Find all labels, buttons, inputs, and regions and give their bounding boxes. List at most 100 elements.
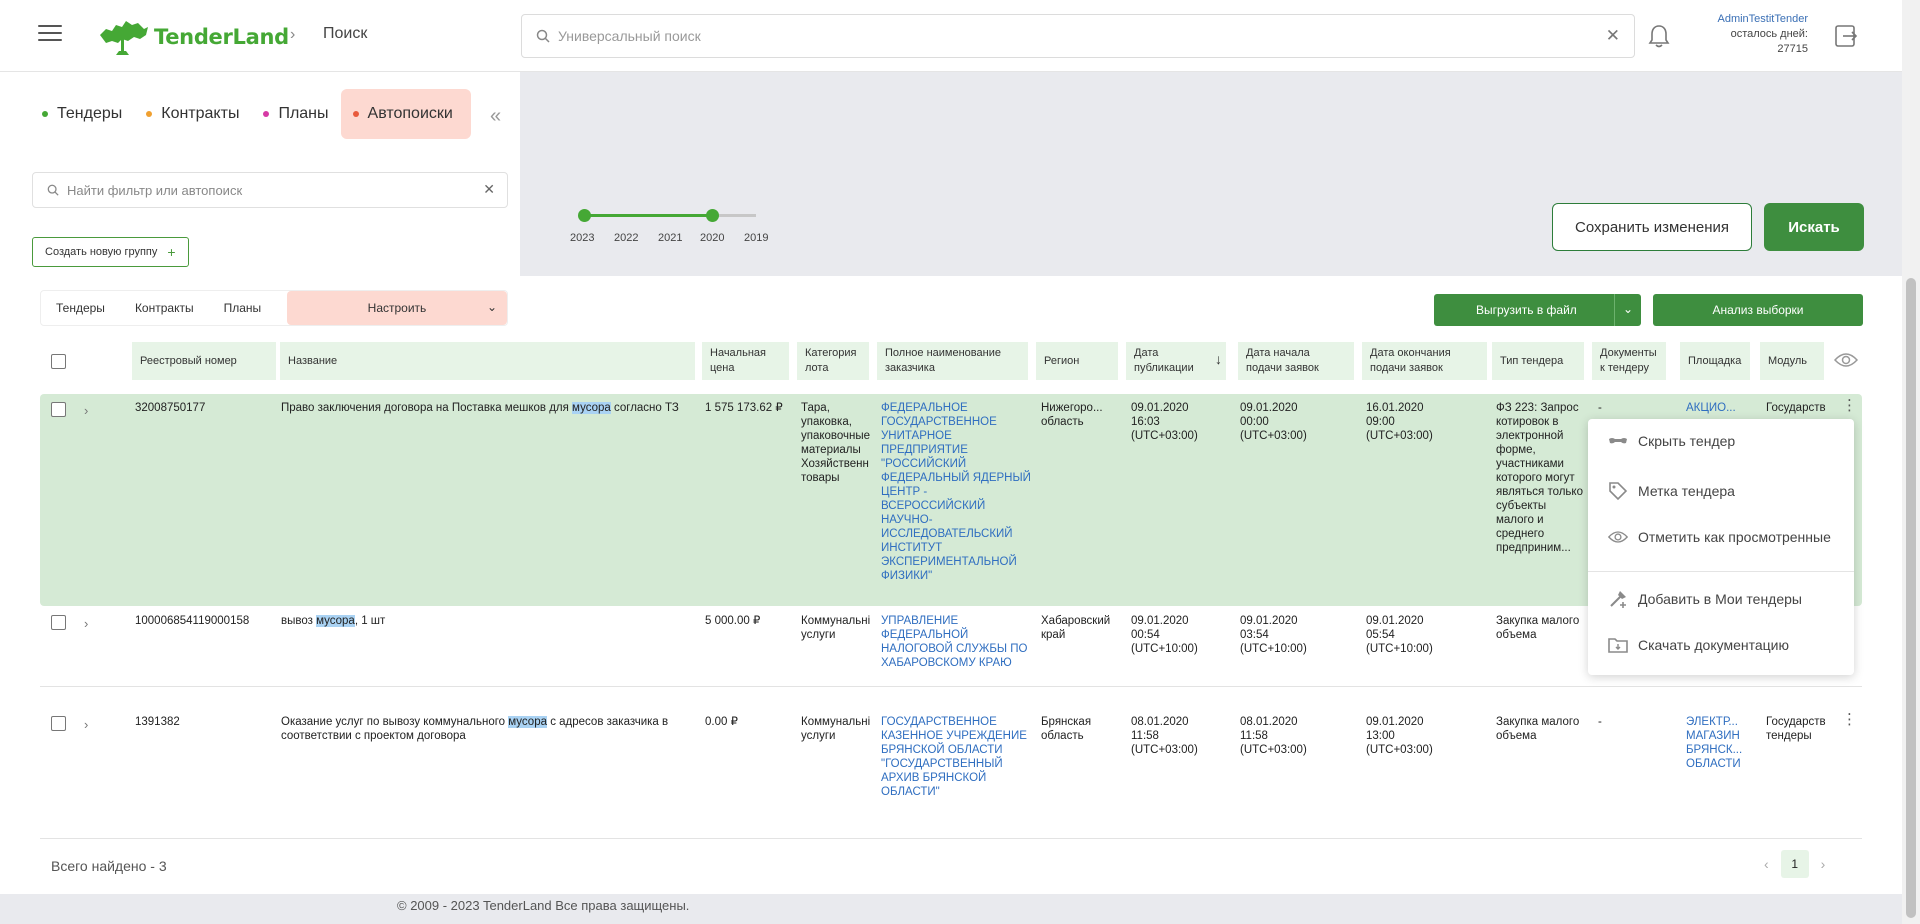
user-name[interactable]: AdminTestitTender (1690, 12, 1809, 27)
col-reg-number[interactable]: Реестровый номер (132, 342, 276, 380)
cell-reg-number[interactable]: 100006854119000158 (135, 614, 275, 628)
expand-row-icon[interactable]: › (84, 616, 88, 631)
cell-customer[interactable]: ФЕДЕРАЛЬНОЕ ГОСУДАРСТВЕННОЕ УНИТАРНОЕ ПР… (881, 401, 1033, 583)
menu-icon[interactable] (38, 25, 62, 45)
filter-search-input[interactable]: Найти фильтр или автопоиск ✕ (32, 172, 508, 208)
col-platform[interactable]: Площадка (1680, 342, 1750, 380)
page-button[interactable]: 1 (1780, 850, 1809, 878)
logout-icon[interactable] (1834, 24, 1858, 48)
col-module[interactable]: Модуль (1760, 342, 1824, 380)
menu-mark-viewed[interactable]: Отметить как просмотренные (1608, 529, 1831, 545)
tab-plans[interactable]: Планы (251, 89, 340, 139)
type-tabs: Тендеры Контракты Планы Автопоиски (30, 89, 471, 139)
cell-name[interactable]: вывоз мусора, 1 шт (281, 614, 681, 628)
save-changes-button[interactable]: Сохранить изменения (1552, 203, 1752, 251)
global-search-input[interactable]: Универсальный поиск ✕ (521, 14, 1635, 58)
cell-customer[interactable]: ГОСУДАРСТВЕННОЕ КАЗЕННОЕ УЧРЕЖДЕНИЕ БРЯН… (881, 715, 1033, 799)
cell-docs[interactable]: - (1598, 401, 1658, 415)
logo[interactable]: TenderLand (98, 16, 289, 58)
year-slider-handle-start[interactable] (578, 209, 591, 222)
name-text: Оказание услуг по вывозу коммунального (281, 716, 509, 728)
subtab-contracts[interactable]: Контракты (120, 291, 209, 325)
export-button[interactable]: Выгрузить в файл ⌄ (1434, 294, 1641, 326)
eye-icon (1608, 531, 1628, 543)
subtab-tenders[interactable]: Тендеры (41, 291, 120, 325)
cell-platform[interactable]: АКЦИО... (1686, 401, 1750, 415)
tab-label: Тендеры (57, 105, 123, 122)
user-info[interactable]: AdminTestitTender осталось дней: 27715 (1690, 12, 1809, 57)
col-end-date[interactable]: Дата окончания подачи заявок (1362, 342, 1487, 380)
tab-tenders[interactable]: Тендеры (30, 89, 134, 139)
next-page-icon[interactable]: › (1809, 856, 1838, 872)
name-text: Право заключения договора на Поставка ме… (281, 402, 573, 414)
cell-customer[interactable]: УПРАВЛЕНИЕ ФЕДЕРАЛЬНОЙ НАЛОГОВОЙ СЛУЖБЫ … (881, 614, 1033, 670)
year-slider-handle-end[interactable] (706, 209, 719, 222)
prev-page-icon[interactable]: ‹ (1752, 856, 1781, 872)
days-left-label: осталось дней: (1730, 28, 1808, 40)
collapse-panel-icon[interactable]: « (490, 105, 501, 128)
menu-download-docs[interactable]: Скачать документацию (1608, 637, 1789, 653)
tab-label: Планы (278, 105, 329, 122)
clear-search-icon[interactable]: ✕ (1606, 26, 1620, 46)
menu-hide-tender[interactable]: Скрыть тендер (1608, 433, 1735, 449)
chevron-down-icon[interactable]: ⌄ (1623, 302, 1633, 316)
cell-module: Государств тендеры (1766, 716, 1826, 742)
cell-price: 1 575 173.62 ₽ (705, 402, 783, 414)
cell-platform[interactable]: ЭЛЕКТР... МАГАЗИН БРЯНСК... ОБЛАСТИ (1686, 715, 1750, 771)
create-group-button[interactable]: Создать новую группу + (32, 237, 189, 267)
select-all-checkbox[interactable] (51, 354, 66, 369)
more-options-icon[interactable]: ⋮ (1842, 398, 1857, 413)
cell-docs[interactable]: - (1598, 715, 1658, 729)
name-text: согласно ТЗ (610, 402, 679, 414)
col-category[interactable]: Категория лота (797, 342, 869, 380)
menu-label: Добавить в Мои тендеры (1638, 591, 1802, 607)
col-pub-date[interactable]: Дата публикации ↓ (1126, 342, 1226, 380)
export-label: Выгрузить в файл (1476, 303, 1577, 317)
menu-add-my-tenders[interactable]: Добавить в Мои тендеры (1608, 589, 1802, 609)
cell-name[interactable]: Оказание услуг по вывозу коммунального м… (281, 715, 681, 743)
clear-filter-icon[interactable]: ✕ (483, 181, 495, 198)
cell-type: Закупка малого объема (1496, 716, 1580, 742)
expand-row-icon[interactable]: › (84, 717, 88, 732)
col-docs[interactable]: Документы к тендеру (1592, 342, 1666, 380)
cell-end-date: 09.01.2020 05:54 (UTC+10:00) (1366, 615, 1433, 655)
year-label: 2019 (744, 232, 769, 244)
cell-reg-number[interactable]: 1391382 (135, 715, 275, 729)
cell-reg-number[interactable]: 32008750177 (135, 401, 275, 415)
analysis-button[interactable]: Анализ выборки (1653, 294, 1863, 326)
scrollbar-thumb[interactable] (1906, 278, 1916, 918)
menu-label: Метка тендера (1638, 483, 1735, 499)
divider (1614, 294, 1615, 326)
cell-category: Тара, упаковка, упаковочные материалы Хо… (801, 402, 871, 484)
sort-desc-icon[interactable]: ↓ (1215, 352, 1222, 367)
cell-category: Коммунальні услуги (801, 716, 871, 742)
search-placeholder: Универсальный поиск (558, 28, 701, 44)
configure-dropdown[interactable]: Настроить ⌄ (287, 291, 507, 325)
cell-type: Закупка малого объема (1496, 615, 1580, 641)
col-start-date[interactable]: Дата начала подачи заявок (1238, 342, 1354, 380)
row-checkbox[interactable] (51, 615, 66, 630)
col-region[interactable]: Регион (1036, 342, 1118, 380)
col-type[interactable]: Тип тендера (1492, 342, 1584, 380)
page-scrollbar[interactable] (1902, 0, 1920, 924)
tab-contracts[interactable]: Контракты (134, 89, 251, 139)
row-checkbox[interactable] (51, 716, 66, 731)
subtab-plans[interactable]: Планы (209, 291, 277, 325)
cell-name[interactable]: Право заключения договора на Поставка ме… (281, 401, 681, 415)
cell-price: 0.00 ₽ (705, 716, 738, 728)
row-checkbox[interactable] (51, 402, 66, 417)
col-customer[interactable]: Полное наименование заказчика (877, 342, 1028, 380)
more-options-icon[interactable]: ⋮ (1842, 712, 1857, 727)
search-icon (536, 29, 550, 43)
bell-icon[interactable] (1648, 24, 1670, 48)
eye-icon[interactable] (1834, 352, 1858, 368)
expand-row-icon[interactable]: › (84, 403, 88, 418)
menu-tender-tag[interactable]: Метка тендера (1608, 481, 1735, 501)
tab-autosearches[interactable]: Автопоиски (340, 89, 471, 139)
table-bottom-divider (40, 838, 1862, 839)
dot-icon (146, 111, 153, 117)
col-name[interactable]: Название (280, 342, 695, 380)
col-price[interactable]: Начальная цена (702, 342, 789, 380)
breadcrumb[interactable]: Поиск (323, 25, 367, 43)
search-button[interactable]: Искать (1764, 203, 1864, 251)
